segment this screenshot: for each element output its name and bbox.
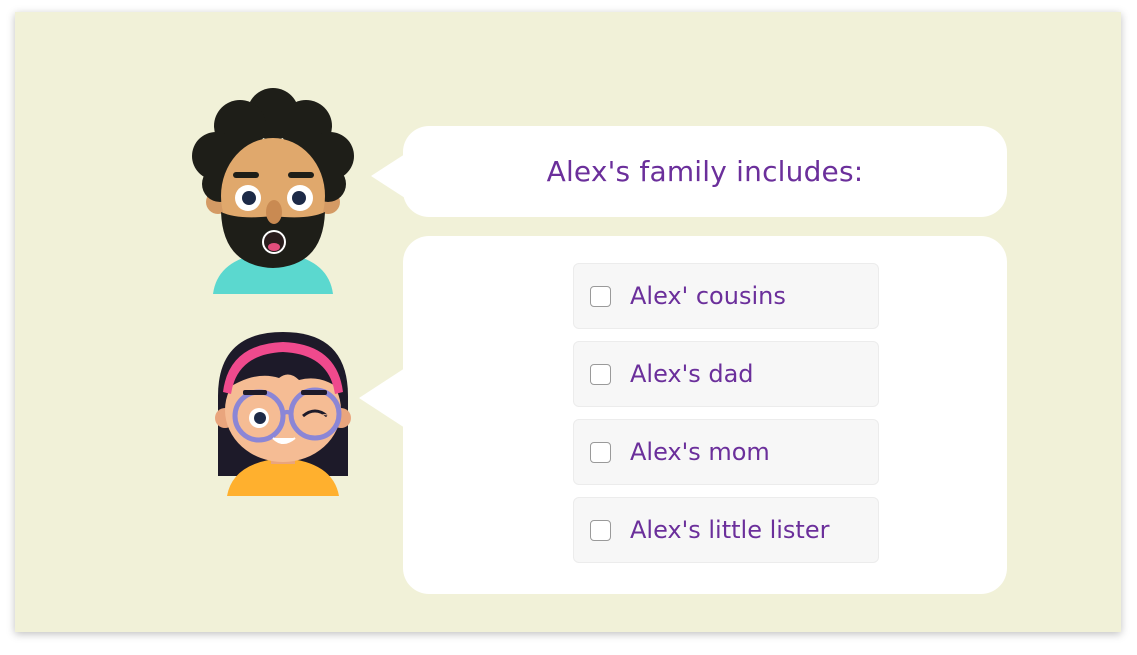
options-list: Alex' cousins Alex's dad Alex's mom Alex…: [573, 263, 879, 575]
checkbox[interactable]: [590, 519, 611, 541]
answers-bubble: Alex' cousins Alex's dad Alex's mom Alex…: [359, 236, 1007, 594]
checkbox[interactable]: [590, 285, 611, 307]
option-label: Alex' cousins: [630, 282, 786, 310]
option-label: Alex's mom: [630, 438, 770, 466]
option-alex-little-lister[interactable]: Alex's little lister: [573, 497, 879, 563]
question-text: Alex's family includes:: [546, 155, 864, 188]
quiz-card: Alex's family includes: Alex' cousins Al…: [15, 12, 1121, 632]
option-label: Alex's dad: [630, 360, 754, 388]
checkbox[interactable]: [590, 363, 611, 385]
checkbox[interactable]: [590, 441, 611, 463]
girl-with-glasses-avatar-icon: [215, 332, 351, 496]
option-label: Alex's little lister: [630, 516, 830, 544]
option-alex-dad[interactable]: Alex's dad: [573, 341, 879, 407]
option-alex-cousins[interactable]: Alex' cousins: [573, 263, 879, 329]
option-alex-mom[interactable]: Alex's mom: [573, 419, 879, 485]
bearded-man-avatar-icon: [192, 88, 354, 294]
question-bubble: Alex's family includes:: [371, 126, 1007, 217]
